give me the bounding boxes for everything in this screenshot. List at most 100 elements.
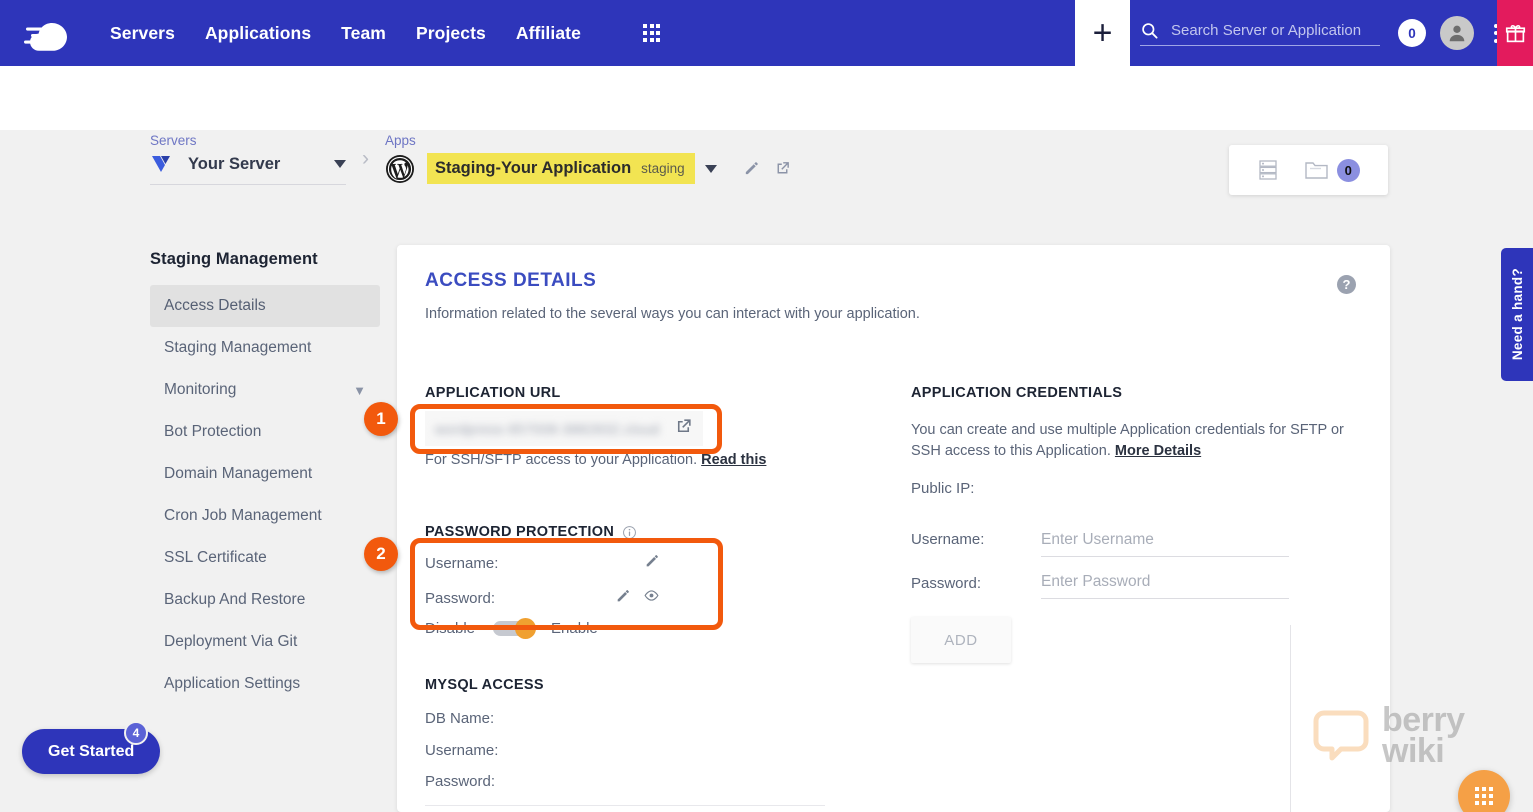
apps-label: Apps (385, 133, 416, 148)
mysql-password-label: Password: (425, 773, 496, 790)
page-subtitle: Information related to the several ways … (425, 306, 920, 322)
app-caret-down-icon[interactable] (704, 164, 717, 173)
password-protection-username-label: Username: (425, 555, 499, 572)
read-this-link[interactable]: Read this (701, 452, 766, 468)
mysql-section-divider (425, 805, 825, 806)
application-url-field[interactable]: wordpress-957008-3882832.cloud (425, 411, 703, 446)
watermark-line-2: wiki (1382, 732, 1445, 771)
credentials-password-label: Password: (911, 575, 982, 592)
question-mark-icon[interactable]: ? (1337, 275, 1356, 294)
password-protection-toggle[interactable] (493, 618, 537, 639)
nav-link-servers[interactable]: Servers (110, 23, 175, 44)
sidebar-item-label: Monitoring (164, 381, 237, 398)
sidebar-title: Staging Management (150, 250, 318, 268)
sidebar-item-ssl-certificate[interactable]: SSL Certificate (150, 537, 380, 579)
mysql-username-label: Username: (425, 742, 499, 759)
toggle-disable-label: Disable (425, 620, 476, 637)
avatar-person-icon (1449, 25, 1465, 42)
credentials-username-label: Username: (911, 531, 985, 548)
notification-count-badge[interactable]: 0 (1398, 19, 1426, 47)
nav-link-affiliate[interactable]: Affiliate (516, 23, 581, 44)
application-credentials-heading: APPLICATION CREDENTIALS (911, 385, 1123, 401)
sidebar-item-staging-management[interactable]: Staging Management (150, 327, 380, 369)
grid-apps-icon[interactable] (642, 24, 661, 42)
sidebar-item-cron-job-management[interactable]: Cron Job Management (150, 495, 380, 537)
add-new-button[interactable]: + (1075, 0, 1130, 66)
folder-counter[interactable]: 0 (1304, 158, 1360, 182)
sidebar-item-deployment-via-git[interactable]: Deployment Via Git (150, 621, 380, 663)
sidebar-item-application-settings[interactable]: Application Settings (150, 663, 380, 705)
pencil-icon[interactable] (644, 553, 660, 574)
gift-icon[interactable] (1497, 0, 1533, 66)
gift-box-icon (1505, 24, 1525, 42)
external-link-icon[interactable] (774, 160, 791, 177)
mysql-db-name-label: DB Name: (425, 710, 495, 727)
chevron-right-icon: › (362, 147, 369, 170)
sub-header-band (0, 66, 1533, 130)
cloudways-cloud-logo-icon (24, 23, 67, 51)
password-protection-password-label: Password: (425, 589, 496, 607)
get-started-label: Get Started (48, 742, 135, 760)
app-env-tag: staging (641, 161, 685, 176)
chevron-down-icon[interactable]: ▼ (353, 383, 366, 398)
nav-link-projects[interactable]: Projects (416, 23, 486, 44)
sidebar-item-label: Backup And Restore (164, 591, 306, 608)
password-protection-username-row: Username: (425, 553, 660, 574)
more-details-link[interactable]: More Details (1115, 443, 1201, 459)
sidebar: Staging Management Access Details Stagin… (150, 250, 380, 705)
search-input[interactable]: Search Server or Application (1140, 21, 1380, 46)
sidebar-item-backup-and-restore[interactable]: Backup And Restore (150, 579, 380, 621)
ssh-sftp-note-text: For SSH/SFTP access to your Application. (425, 452, 698, 468)
server-name: Your Server (188, 154, 281, 173)
application-url-value: wordpress-957008-3882832.cloud (435, 420, 660, 437)
caret-down-icon[interactable] (334, 160, 346, 168)
credentials-username-input[interactable]: Enter Username (1041, 531, 1289, 557)
sidebar-item-bot-protection[interactable]: Bot Protection (150, 411, 380, 453)
need-a-hand-label: Need a hand? (1509, 268, 1525, 361)
nav-link-applications[interactable]: Applications (205, 23, 311, 44)
ssh-sftp-note: For SSH/SFTP access to your Application.… (425, 452, 766, 468)
password-protection-heading-text: PASSWORD PROTECTION (425, 524, 615, 540)
sidebar-item-label: Domain Management (164, 465, 313, 482)
sidebar-item-label: Bot Protection (164, 423, 262, 440)
sidebar-item-monitoring[interactable]: Monitoring ▼ (150, 369, 380, 411)
sidebar-item-label: Application Settings (164, 675, 301, 692)
external-link-icon[interactable] (674, 417, 693, 441)
sidebar-item-label: SSL Certificate (164, 549, 267, 566)
add-credentials-button[interactable]: ADD (911, 617, 1011, 663)
sidebar-item-label: Staging Management (164, 339, 312, 356)
grid-apps-icon (1475, 787, 1493, 805)
annotation-badge-2: 2 (364, 537, 398, 571)
app-selector[interactable]: Staging-Your Application staging (427, 153, 695, 184)
app-name: Staging-Your Application (435, 159, 632, 177)
sidebar-item-domain-management[interactable]: Domain Management (150, 453, 380, 495)
server-stack-icon[interactable] (1257, 158, 1279, 182)
search-icon (1142, 22, 1158, 39)
breadcrumb-servers: Servers Your Server (150, 133, 346, 185)
sidebar-item-label: Access Details (164, 297, 266, 314)
nav-link-team[interactable]: Team (341, 23, 386, 44)
search-placeholder: Search Server or Application (1171, 21, 1362, 39)
credentials-password-input[interactable]: Enter Password (1041, 573, 1289, 599)
pencil-icon[interactable] (615, 588, 631, 609)
application-url-heading: APPLICATION URL (425, 385, 561, 401)
brand-logo[interactable] (0, 13, 110, 53)
toggle-enable-label: Enable (551, 620, 598, 637)
chat-bubble-icon (1313, 710, 1369, 761)
mysql-access-heading: MYSQL ACCESS (425, 677, 544, 693)
floating-action-button[interactable] (1458, 770, 1510, 812)
annotation-badge-1: 1 (364, 402, 398, 436)
password-protection-heading: PASSWORD PROTECTION (425, 524, 637, 540)
app-selector-row: Staging-Your Application staging (385, 153, 791, 184)
info-icon[interactable] (622, 525, 637, 540)
server-selector[interactable]: Your Server (150, 153, 346, 185)
need-a-hand-tab[interactable]: Need a hand? (1501, 248, 1533, 381)
toggle-knob (515, 618, 537, 639)
user-avatar-icon[interactable] (1440, 16, 1474, 50)
sidebar-item-access-details[interactable]: Access Details (150, 285, 380, 327)
wordpress-icon (386, 154, 414, 183)
breadcrumb-apps: Apps Staging-Your Application staging (385, 133, 791, 184)
eye-icon[interactable] (643, 587, 660, 609)
get-started-badge: 4 (124, 721, 148, 745)
pencil-icon[interactable] (743, 160, 760, 177)
